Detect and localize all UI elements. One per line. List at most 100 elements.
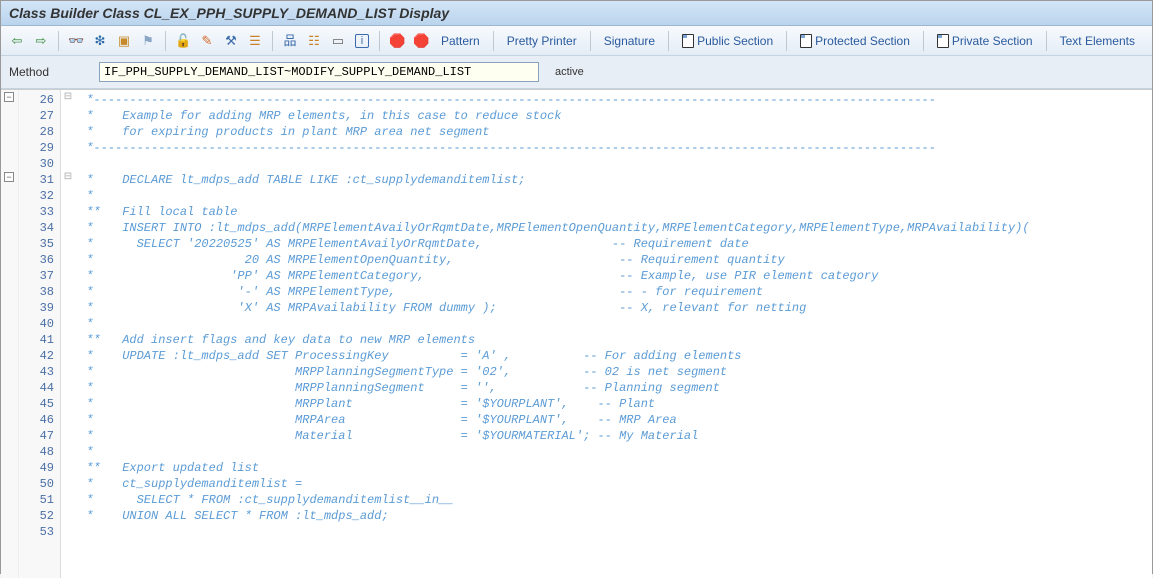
code-line: * 'X' AS MRPAvailability FROM dummy ); -… bbox=[79, 300, 1148, 316]
text-elements-button[interactable]: Text Elements bbox=[1054, 30, 1141, 52]
code-line: * MRPArea = '$YOURPLANT', -- MRP Area bbox=[79, 412, 1148, 428]
book-button[interactable]: ▭ bbox=[328, 30, 348, 52]
code-editor[interactable]: − − 262728293031323334353637383940414243… bbox=[1, 89, 1152, 578]
fold-toggle[interactable]: − bbox=[4, 92, 14, 102]
line-number: 46 bbox=[21, 412, 54, 428]
separator bbox=[923, 31, 924, 51]
fold-mark bbox=[61, 186, 75, 202]
wrench-icon: ⚒ bbox=[223, 33, 239, 49]
fold-mark bbox=[61, 106, 75, 122]
tree-button[interactable]: 品 bbox=[280, 30, 300, 52]
code-line: ** Add insert flags and key data to new … bbox=[79, 332, 1148, 348]
check-icon: 🔓 bbox=[175, 33, 191, 49]
research-icon: ❇ bbox=[92, 33, 108, 49]
line-number: 41 bbox=[21, 332, 54, 348]
method-label: Method bbox=[9, 65, 89, 79]
fold-mark bbox=[61, 282, 75, 298]
code-line: * MRPPlant = '$YOURPLANT', -- Plant bbox=[79, 396, 1148, 412]
line-number-gutter: 2627282930313233343536373839404142434445… bbox=[19, 90, 61, 578]
signature-button[interactable]: Signature bbox=[598, 30, 661, 52]
line-number: 33 bbox=[21, 204, 54, 220]
code-line: * MRPPlanningSegment = '', -- Planning s… bbox=[79, 380, 1148, 396]
check-button[interactable]: 🔓 bbox=[173, 30, 193, 52]
activate-button[interactable]: ✎ bbox=[197, 30, 217, 52]
fold-mark[interactable]: ⊟ bbox=[61, 90, 75, 106]
protected-section-button[interactable]: Protected Section bbox=[794, 30, 916, 52]
private-section-button[interactable]: Private Section bbox=[931, 30, 1039, 52]
fold-mark bbox=[61, 266, 75, 282]
back-button[interactable]: ⇦ bbox=[7, 30, 27, 52]
stop-icon: 🛑 bbox=[389, 33, 405, 49]
line-number: 40 bbox=[21, 316, 54, 332]
fold-mark bbox=[61, 154, 75, 170]
tab-icon bbox=[937, 34, 949, 48]
info-icon: i bbox=[355, 34, 369, 48]
breakpoint2-button[interactable]: 🛑 bbox=[411, 30, 431, 52]
fold-mark bbox=[61, 522, 75, 538]
tree-icon: 品 bbox=[282, 33, 298, 49]
fold-gutter: − − bbox=[1, 90, 19, 578]
line-number: 34 bbox=[21, 220, 54, 236]
info-button[interactable]: i bbox=[352, 30, 372, 52]
hierarchy-icon: ☷ bbox=[306, 33, 322, 49]
wand-icon: ✎ bbox=[199, 33, 215, 49]
pattern-button[interactable]: Pattern bbox=[435, 30, 486, 52]
line-number: 36 bbox=[21, 252, 54, 268]
fold-mark bbox=[61, 410, 75, 426]
code-line: * bbox=[79, 316, 1148, 332]
line-number: 47 bbox=[21, 428, 54, 444]
hierarchy-button[interactable]: ☷ bbox=[304, 30, 324, 52]
window-title: Class Builder Class CL_EX_PPH_SUPPLY_DEM… bbox=[1, 1, 1152, 26]
fold-mark bbox=[61, 474, 75, 490]
line-number: 42 bbox=[21, 348, 54, 364]
line-number: 26 bbox=[21, 92, 54, 108]
code-line bbox=[79, 524, 1148, 540]
breakpoint-button[interactable]: 🛑 bbox=[387, 30, 407, 52]
list-icon: ☰ bbox=[247, 33, 263, 49]
forward-button[interactable]: ⇨ bbox=[31, 30, 51, 52]
fold-mark bbox=[61, 250, 75, 266]
method-input[interactable] bbox=[99, 62, 539, 82]
new-button[interactable]: ▣ bbox=[114, 30, 134, 52]
code-content: *---------------------------------------… bbox=[75, 90, 1152, 578]
tab-icon bbox=[800, 34, 812, 48]
fold-mark bbox=[61, 426, 75, 442]
line-number: 31 bbox=[21, 172, 54, 188]
where-used-button[interactable]: ☰ bbox=[245, 30, 265, 52]
code-line: * DECLARE lt_mdps_add TABLE LIKE :ct_sup… bbox=[79, 172, 1148, 188]
code-line: ** Export updated list bbox=[79, 460, 1148, 476]
fold-mark bbox=[61, 298, 75, 314]
line-number: 45 bbox=[21, 396, 54, 412]
separator bbox=[1046, 31, 1047, 51]
code-line: * INSERT INTO :lt_mdps_add(MRPElementAva… bbox=[79, 220, 1148, 236]
fold-mark bbox=[61, 362, 75, 378]
fold-mark bbox=[61, 138, 75, 154]
line-number: 27 bbox=[21, 108, 54, 124]
code-line: * SELECT '20220525' AS MRPElementAvailyO… bbox=[79, 236, 1148, 252]
line-number: 29 bbox=[21, 140, 54, 156]
line-number: 51 bbox=[21, 492, 54, 508]
display-object-button[interactable]: 👓 bbox=[66, 30, 86, 52]
fold-mark bbox=[61, 314, 75, 330]
code-line: * 20 AS MRPElementOpenQuantity, -- Requi… bbox=[79, 252, 1148, 268]
line-number: 52 bbox=[21, 508, 54, 524]
code-line: *---------------------------------------… bbox=[79, 140, 1148, 156]
other-object-button[interactable]: ❇ bbox=[90, 30, 110, 52]
line-number: 49 bbox=[21, 460, 54, 476]
separator bbox=[58, 31, 59, 51]
fold-mark[interactable]: ⊟ bbox=[61, 170, 75, 186]
test-button[interactable]: ⚒ bbox=[221, 30, 241, 52]
public-section-button[interactable]: Public Section bbox=[676, 30, 779, 52]
pretty-printer-button[interactable]: Pretty Printer bbox=[501, 30, 583, 52]
fold-mark bbox=[61, 442, 75, 458]
line-number: 50 bbox=[21, 476, 54, 492]
inactive-button[interactable]: ⚑ bbox=[138, 30, 158, 52]
public-label: Public Section bbox=[697, 34, 773, 48]
stop2-icon: 🛑 bbox=[413, 33, 429, 49]
code-line: * MRPPlanningSegmentType = '02', -- 02 i… bbox=[79, 364, 1148, 380]
line-number: 37 bbox=[21, 268, 54, 284]
code-line: * ct_supplydemanditemlist = bbox=[79, 476, 1148, 492]
line-number: 53 bbox=[21, 524, 54, 540]
glasses-icon: 👓 bbox=[68, 33, 84, 49]
fold-toggle[interactable]: − bbox=[4, 172, 14, 182]
